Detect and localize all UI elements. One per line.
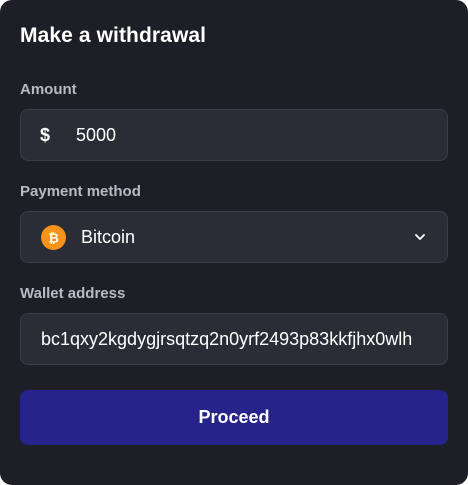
wallet-address-value: bc1qxy2kgdygjrsqtzq2n0yrf2493p83kkfjhx0w… [41, 328, 413, 349]
bitcoin-icon: ₿ [41, 224, 66, 250]
wallet-address-label: Wallet address [20, 285, 126, 302]
currency-symbol: $ [40, 124, 51, 145]
payment-method-label: Payment method [20, 183, 141, 200]
wallet-address-input[interactable]: bc1qxy2kgdygjrsqtzq2n0yrf2493p83kkfjhx0w… [20, 313, 448, 365]
svg-text:₿: ₿ [48, 231, 59, 245]
amount-value: 5000 [76, 124, 117, 145]
payment-method-value: Bitcoin [81, 226, 136, 247]
amount-label: Amount [20, 81, 77, 98]
withdrawal-panel: Make a withdrawal Amount $ 5000 Payment … [0, 0, 468, 485]
chevron-down-icon [415, 234, 425, 240]
proceed-button[interactable]: Proceed [20, 390, 448, 445]
amount-input[interactable]: $ 5000 [20, 109, 448, 161]
page-title: Make a withdrawal [20, 24, 207, 47]
payment-method-select[interactable]: ₿ Bitcoin [20, 211, 448, 263]
